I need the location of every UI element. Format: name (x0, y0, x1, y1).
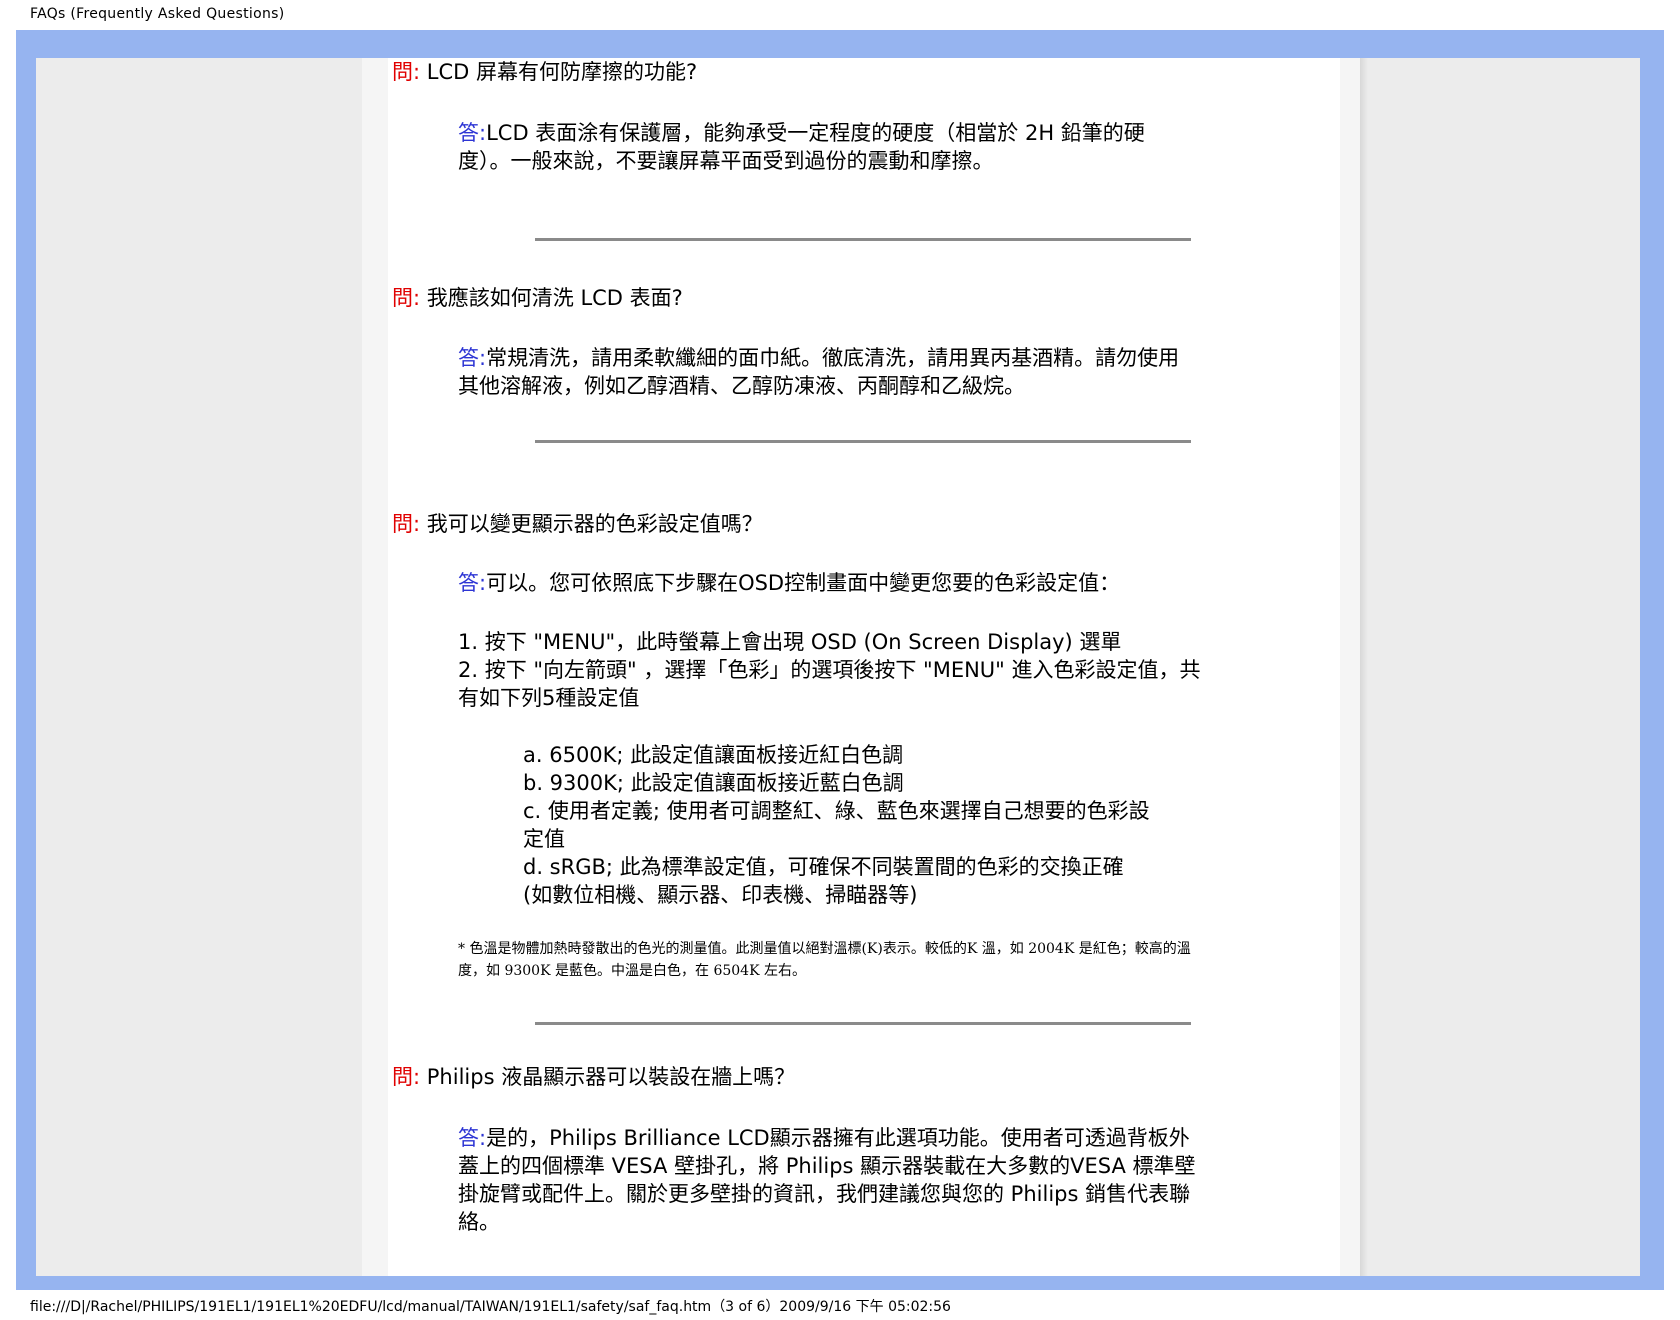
option-d-cont: (如數位相機、顯示器、印表機、掃瞄器等) (523, 883, 918, 907)
question-marker: 問: (392, 286, 421, 310)
steps-list: 1. 按下 "MENU"，此時螢幕上會出現 OSD (On Screen Dis… (458, 628, 1273, 712)
question-text: 我可以變更顯示器的色彩設定值嗎？ (426, 512, 763, 536)
answer-marker: 答: (458, 346, 487, 370)
divider (535, 440, 1191, 443)
faq-answer-4: 答:是的，Philips Brilliance LCD顯示器擁有此選項功能。使用… (458, 1124, 1273, 1236)
faq-question-4: 問: Philips 液晶顯示器可以裝設在牆上嗎？ (392, 1063, 795, 1091)
color-temperature-note: * 色溫是物體加熱時發散出的色光的測量值。此測量值以絕對溫標(K)表示。較低的K… (458, 941, 1191, 979)
answer-marker: 答: (458, 1126, 487, 1150)
answer-text: 其他溶解液，例如乙醇酒精、乙醇防凍液、丙酮醇和乙級烷。 (458, 374, 1025, 398)
faq-question-3: 問: 我可以變更顯示器的色彩設定值嗎？ (392, 510, 763, 538)
step-2: 2. 按下 "向左箭頭" ，選擇「色彩」的選項後按下 "MENU" 進入色彩設定… (458, 658, 1201, 682)
answer-marker: 答: (458, 121, 487, 145)
faq-question-2: 問: 我應該如何清洗 LCD 表面? (392, 284, 683, 312)
answer-text: 是的，Philips Brilliance LCD顯示器擁有此選項功能。使用者可… (486, 1126, 1190, 1150)
question-text: Philips 液晶顯示器可以裝設在牆上嗎？ (426, 1065, 796, 1089)
answer-text: 度）。一般來說，不要讓屏幕平面受到過份的震動和摩擦。 (458, 149, 994, 173)
answer-text: 常規清洗，請用柔軟纖細的面巾紙。徹底清洗，請用異丙基酒精。請勿使用 (486, 346, 1180, 370)
option-c-cont: 定值 (523, 827, 565, 851)
option-d: d. sRGB; 此為標準設定值，可確保不同裝置間的色彩的交換正確 (523, 855, 1124, 879)
print-header-title: FAQs (Frequently Asked Questions) (30, 6, 285, 22)
answer-marker: 答: (458, 571, 487, 595)
step-2-cont: 有如下列5種設定值 (458, 686, 640, 710)
answer-text: LCD 表面涂有保護層，能夠承受一定程度的硬度（相當於 2H 鉛筆的硬 (486, 121, 1145, 145)
faq-question-1: 問: LCD 屏幕有何防摩擦的功能? (392, 58, 697, 86)
answer-text: 絡。 (458, 1210, 500, 1234)
divider (535, 238, 1191, 241)
question-marker: 問: (392, 512, 421, 536)
options-list: a. 6500K; 此設定值讓面板接近紅白色調 b. 9300K; 此設定值讓面… (523, 741, 1223, 909)
question-text: LCD 屏幕有何防摩擦的功能? (426, 60, 698, 84)
step-1: 1. 按下 "MENU"，此時螢幕上會出現 OSD (On Screen Dis… (458, 630, 1122, 654)
faq-answer-1: 答:LCD 表面涂有保護層，能夠承受一定程度的硬度（相當於 2H 鉛筆的硬 度）… (458, 119, 1273, 175)
question-marker: 問: (392, 1065, 421, 1089)
answer-text: 可以。您可依照底下步驟在OSD控制畫面中變更您要的色彩設定值： (486, 571, 1121, 595)
option-c: c. 使用者定義; 使用者可調整紅、綠、藍色來選擇自己想要的色彩設 (523, 799, 1150, 823)
option-b: b. 9300K; 此設定值讓面板接近藍白色調 (523, 771, 904, 795)
divider (535, 1022, 1191, 1025)
answer-text: 蓋上的四個標準 VESA 壁掛孔，將 Philips 顯示器裝載在大多數的VES… (458, 1154, 1196, 1178)
question-marker: 問: (392, 60, 421, 84)
answer-text: 掛旋臂或配件上。關於更多壁掛的資訊，我們建議您與您的 Philips 銷售代表聯 (458, 1182, 1191, 1206)
print-footer-path: file:///D|/Rachel/PHILIPS/191EL1/191EL1%… (30, 1299, 951, 1315)
faq-answer-3: 答:可以。您可依照底下步驟在OSD控制畫面中變更您要的色彩設定值： (458, 569, 1273, 597)
faq-answer-2: 答:常規清洗，請用柔軟纖細的面巾紙。徹底清洗，請用異丙基酒精。請勿使用 其他溶解… (458, 344, 1273, 400)
option-a: a. 6500K; 此設定值讓面板接近紅白色調 (523, 743, 904, 767)
content-shadow (1360, 58, 1368, 1276)
question-text: 我應該如何清洗 LCD 表面? (426, 286, 683, 310)
